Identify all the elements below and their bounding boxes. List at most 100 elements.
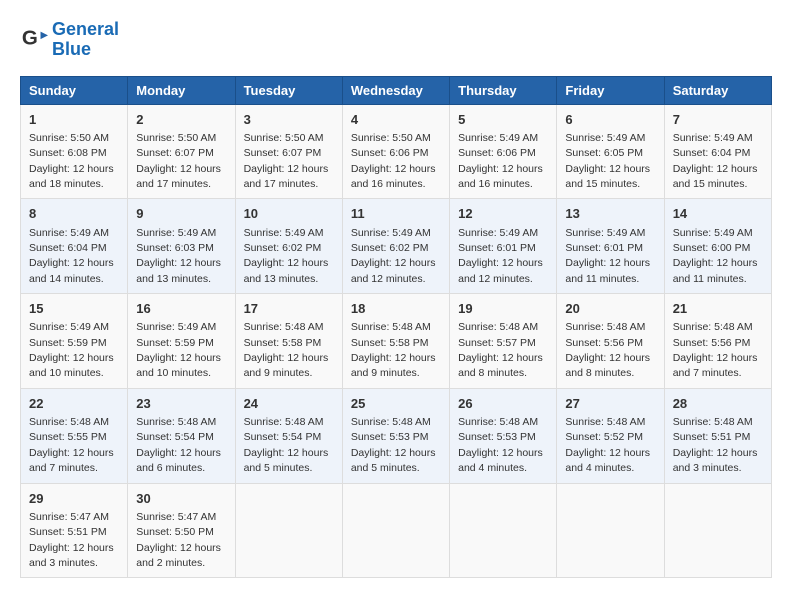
day-info: Sunrise: 5:49 AMSunset: 6:04 PMDaylight:… xyxy=(673,132,758,190)
calendar-day-cell: 21 Sunrise: 5:48 AMSunset: 5:56 PMDaylig… xyxy=(664,294,771,389)
day-number: 16 xyxy=(136,300,226,318)
day-info: Sunrise: 5:49 AMSunset: 6:04 PMDaylight:… xyxy=(29,227,114,285)
calendar-day-cell: 2 Sunrise: 5:50 AMSunset: 6:07 PMDayligh… xyxy=(128,104,235,199)
day-info: Sunrise: 5:48 AMSunset: 5:51 PMDaylight:… xyxy=(673,416,758,474)
day-info: Sunrise: 5:48 AMSunset: 5:54 PMDaylight:… xyxy=(244,416,329,474)
day-number: 10 xyxy=(244,205,334,223)
day-info: Sunrise: 5:49 AMSunset: 6:02 PMDaylight:… xyxy=(244,227,329,285)
calendar-day-cell: 1 Sunrise: 5:50 AMSunset: 6:08 PMDayligh… xyxy=(21,104,128,199)
calendar-day-cell: 27 Sunrise: 5:48 AMSunset: 5:52 PMDaylig… xyxy=(557,388,664,483)
day-number: 22 xyxy=(29,395,119,413)
day-of-week-header: Saturday xyxy=(664,76,771,104)
day-info: Sunrise: 5:49 AMSunset: 6:06 PMDaylight:… xyxy=(458,132,543,190)
calendar-day-cell: 9 Sunrise: 5:49 AMSunset: 6:03 PMDayligh… xyxy=(128,199,235,294)
day-info: Sunrise: 5:49 AMSunset: 5:59 PMDaylight:… xyxy=(29,321,114,379)
page-header: G General Blue xyxy=(20,20,772,60)
day-number: 27 xyxy=(565,395,655,413)
day-of-week-header: Thursday xyxy=(450,76,557,104)
calendar-day-cell: 26 Sunrise: 5:48 AMSunset: 5:53 PMDaylig… xyxy=(450,388,557,483)
day-info: Sunrise: 5:48 AMSunset: 5:52 PMDaylight:… xyxy=(565,416,650,474)
calendar-day-cell: 15 Sunrise: 5:49 AMSunset: 5:59 PMDaylig… xyxy=(21,294,128,389)
day-number: 9 xyxy=(136,205,226,223)
calendar-day-cell xyxy=(557,483,664,578)
calendar-day-cell: 24 Sunrise: 5:48 AMSunset: 5:54 PMDaylig… xyxy=(235,388,342,483)
calendar-day-cell: 29 Sunrise: 5:47 AMSunset: 5:51 PMDaylig… xyxy=(21,483,128,578)
calendar-day-cell: 30 Sunrise: 5:47 AMSunset: 5:50 PMDaylig… xyxy=(128,483,235,578)
day-info: Sunrise: 5:47 AMSunset: 5:50 PMDaylight:… xyxy=(136,511,221,569)
day-info: Sunrise: 5:48 AMSunset: 5:55 PMDaylight:… xyxy=(29,416,114,474)
day-info: Sunrise: 5:48 AMSunset: 5:53 PMDaylight:… xyxy=(458,416,543,474)
day-number: 21 xyxy=(673,300,763,318)
calendar-day-cell: 18 Sunrise: 5:48 AMSunset: 5:58 PMDaylig… xyxy=(342,294,449,389)
day-number: 5 xyxy=(458,111,548,129)
calendar-week-row: 29 Sunrise: 5:47 AMSunset: 5:51 PMDaylig… xyxy=(21,483,772,578)
day-number: 12 xyxy=(458,205,548,223)
day-info: Sunrise: 5:48 AMSunset: 5:56 PMDaylight:… xyxy=(565,321,650,379)
day-info: Sunrise: 5:50 AMSunset: 6:08 PMDaylight:… xyxy=(29,132,114,190)
calendar-day-cell: 4 Sunrise: 5:50 AMSunset: 6:06 PMDayligh… xyxy=(342,104,449,199)
day-number: 24 xyxy=(244,395,334,413)
day-number: 25 xyxy=(351,395,441,413)
day-number: 28 xyxy=(673,395,763,413)
day-number: 1 xyxy=(29,111,119,129)
day-number: 23 xyxy=(136,395,226,413)
calendar-day-cell: 6 Sunrise: 5:49 AMSunset: 6:05 PMDayligh… xyxy=(557,104,664,199)
calendar-day-cell: 12 Sunrise: 5:49 AMSunset: 6:01 PMDaylig… xyxy=(450,199,557,294)
day-of-week-header: Tuesday xyxy=(235,76,342,104)
day-number: 4 xyxy=(351,111,441,129)
calendar-day-cell: 20 Sunrise: 5:48 AMSunset: 5:56 PMDaylig… xyxy=(557,294,664,389)
day-of-week-header: Friday xyxy=(557,76,664,104)
day-number: 6 xyxy=(565,111,655,129)
day-number: 19 xyxy=(458,300,548,318)
calendar-day-cell xyxy=(342,483,449,578)
calendar-day-cell: 17 Sunrise: 5:48 AMSunset: 5:58 PMDaylig… xyxy=(235,294,342,389)
day-number: 7 xyxy=(673,111,763,129)
day-info: Sunrise: 5:48 AMSunset: 5:56 PMDaylight:… xyxy=(673,321,758,379)
svg-text:G: G xyxy=(22,26,38,49)
day-info: Sunrise: 5:48 AMSunset: 5:58 PMDaylight:… xyxy=(244,321,329,379)
calendar-day-cell: 25 Sunrise: 5:48 AMSunset: 5:53 PMDaylig… xyxy=(342,388,449,483)
day-info: Sunrise: 5:48 AMSunset: 5:53 PMDaylight:… xyxy=(351,416,436,474)
day-of-week-header: Wednesday xyxy=(342,76,449,104)
day-info: Sunrise: 5:49 AMSunset: 6:01 PMDaylight:… xyxy=(565,227,650,285)
day-info: Sunrise: 5:48 AMSunset: 5:58 PMDaylight:… xyxy=(351,321,436,379)
calendar-day-cell xyxy=(664,483,771,578)
day-info: Sunrise: 5:50 AMSunset: 6:07 PMDaylight:… xyxy=(244,132,329,190)
calendar-day-cell xyxy=(235,483,342,578)
day-info: Sunrise: 5:48 AMSunset: 5:57 PMDaylight:… xyxy=(458,321,543,379)
day-info: Sunrise: 5:50 AMSunset: 6:06 PMDaylight:… xyxy=(351,132,436,190)
calendar-day-cell: 8 Sunrise: 5:49 AMSunset: 6:04 PMDayligh… xyxy=(21,199,128,294)
calendar-week-row: 8 Sunrise: 5:49 AMSunset: 6:04 PMDayligh… xyxy=(21,199,772,294)
day-number: 18 xyxy=(351,300,441,318)
logo-icon: G xyxy=(20,26,48,54)
day-number: 17 xyxy=(244,300,334,318)
day-of-week-header: Sunday xyxy=(21,76,128,104)
calendar-day-cell: 19 Sunrise: 5:48 AMSunset: 5:57 PMDaylig… xyxy=(450,294,557,389)
calendar-day-cell: 22 Sunrise: 5:48 AMSunset: 5:55 PMDaylig… xyxy=(21,388,128,483)
calendar-week-row: 15 Sunrise: 5:49 AMSunset: 5:59 PMDaylig… xyxy=(21,294,772,389)
logo: G General Blue xyxy=(20,20,119,60)
calendar-day-cell: 3 Sunrise: 5:50 AMSunset: 6:07 PMDayligh… xyxy=(235,104,342,199)
calendar-day-cell: 5 Sunrise: 5:49 AMSunset: 6:06 PMDayligh… xyxy=(450,104,557,199)
day-number: 14 xyxy=(673,205,763,223)
day-number: 26 xyxy=(458,395,548,413)
day-info: Sunrise: 5:49 AMSunset: 6:01 PMDaylight:… xyxy=(458,227,543,285)
calendar-day-cell xyxy=(450,483,557,578)
day-info: Sunrise: 5:49 AMSunset: 5:59 PMDaylight:… xyxy=(136,321,221,379)
day-info: Sunrise: 5:49 AMSunset: 6:05 PMDaylight:… xyxy=(565,132,650,190)
calendar-header-row: SundayMondayTuesdayWednesdayThursdayFrid… xyxy=(21,76,772,104)
calendar-week-row: 1 Sunrise: 5:50 AMSunset: 6:08 PMDayligh… xyxy=(21,104,772,199)
day-info: Sunrise: 5:50 AMSunset: 6:07 PMDaylight:… xyxy=(136,132,221,190)
day-info: Sunrise: 5:49 AMSunset: 6:02 PMDaylight:… xyxy=(351,227,436,285)
day-number: 8 xyxy=(29,205,119,223)
day-number: 2 xyxy=(136,111,226,129)
calendar-day-cell: 11 Sunrise: 5:49 AMSunset: 6:02 PMDaylig… xyxy=(342,199,449,294)
day-number: 15 xyxy=(29,300,119,318)
calendar-day-cell: 16 Sunrise: 5:49 AMSunset: 5:59 PMDaylig… xyxy=(128,294,235,389)
day-info: Sunrise: 5:49 AMSunset: 6:00 PMDaylight:… xyxy=(673,227,758,285)
calendar-table: SundayMondayTuesdayWednesdayThursdayFrid… xyxy=(20,76,772,579)
calendar-day-cell: 14 Sunrise: 5:49 AMSunset: 6:00 PMDaylig… xyxy=(664,199,771,294)
day-number: 29 xyxy=(29,490,119,508)
calendar-day-cell: 23 Sunrise: 5:48 AMSunset: 5:54 PMDaylig… xyxy=(128,388,235,483)
calendar-day-cell: 7 Sunrise: 5:49 AMSunset: 6:04 PMDayligh… xyxy=(664,104,771,199)
